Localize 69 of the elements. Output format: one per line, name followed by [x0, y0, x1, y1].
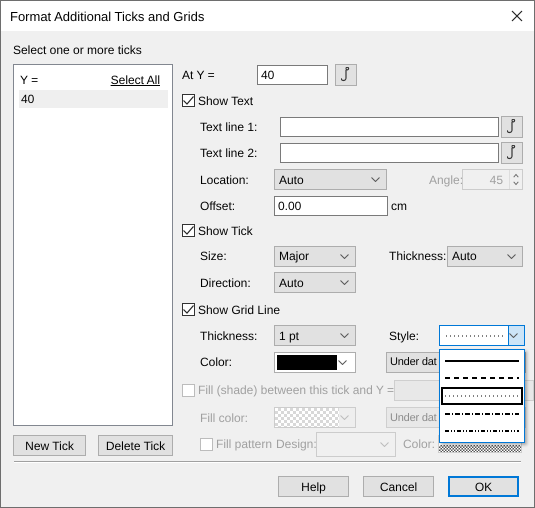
tick-list[interactable]: Y = Select All 40: [13, 64, 173, 426]
unit-label: cm: [391, 198, 407, 212]
text-line-field[interactable]: [280, 142, 499, 162]
color-label: Color:: [199, 355, 234, 369]
chevron-icon: [340, 333, 349, 338]
color-label: Color:: [403, 437, 436, 451]
thickness-label: Thickness:: [389, 249, 447, 263]
fill-color-label: Fill color:: [199, 410, 250, 424]
select-all-link[interactable]: Select All: [110, 72, 160, 86]
chevron-icon: [340, 280, 349, 285]
show-tick-label: Show Tick: [198, 224, 253, 238]
delete-tick-button[interactable]: Delete Tick: [98, 435, 173, 456]
dotted-line-icon: [446, 332, 506, 338]
solid-line-icon: [445, 358, 519, 364]
hook-icon: [507, 144, 517, 160]
checkbox[interactable]: [182, 224, 195, 237]
chevron-icon: [507, 254, 516, 258]
at-y-field[interactable]: 40: [257, 65, 328, 85]
location-dropdown[interactable]: Auto: [274, 169, 387, 190]
text-line-label: Text line 1:: [199, 120, 258, 134]
thickness-dropdown[interactable]: Auto: [447, 246, 523, 266]
show-text-label: Show Text: [198, 94, 254, 108]
formula-button[interactable]: [335, 64, 357, 86]
color-dropdown[interactable]: [274, 352, 356, 372]
dashed-line-icon: [445, 375, 519, 382]
new-tick-button[interactable]: New Tick: [13, 435, 86, 456]
chevron-icon: [340, 254, 349, 258]
window-title: Format Additional Ticks and Grids: [10, 8, 204, 24]
formula-button[interactable]: [501, 142, 523, 164]
chevron-icon: [509, 333, 518, 338]
list-label: Select one or more ticks: [13, 43, 143, 57]
line-style-dropdown[interactable]: [439, 325, 525, 346]
dotted-line-icon: [445, 392, 519, 399]
hook-icon: [341, 67, 351, 83]
chevron-icon: [338, 360, 346, 364]
size-label: Size:: [199, 249, 228, 263]
tick-list-item[interactable]: 40: [19, 90, 168, 108]
close-icon[interactable]: [511, 10, 523, 22]
dialog-button[interactable]: Help: [278, 476, 349, 497]
text-line-label: Text line 2:: [199, 146, 258, 160]
at-y-label: At Y =: [182, 68, 216, 82]
checkbox[interactable]: [182, 303, 195, 316]
style-label: Style:: [389, 328, 420, 342]
hook-icon: [507, 118, 517, 134]
line-style-option[interactable]: [441, 387, 523, 405]
angle-label: Angle:: [429, 172, 462, 186]
direction-dropdown[interactable]: Auto: [274, 272, 356, 293]
offset-field[interactable]: 0.00: [274, 196, 388, 216]
chevron-icon: [380, 442, 389, 446]
direction-label: Direction:: [199, 276, 252, 290]
chevron-icon: [371, 177, 380, 182]
fill-pattern-label: Fill pattern: [216, 437, 272, 451]
dialog-button[interactable]: Cancel: [363, 476, 434, 497]
formula-button[interactable]: [501, 116, 523, 138]
design-label: Design:: [276, 437, 316, 451]
dash-dot-dot-line-icon: [445, 428, 519, 434]
fill-label: Fill (shade) between this tick and Y =: [198, 383, 394, 397]
text-line-field[interactable]: [280, 116, 499, 136]
dash-dot-line-icon: [445, 410, 519, 417]
thickness-dropdown[interactable]: 1 pt: [274, 325, 356, 346]
checkbox[interactable]: [182, 94, 195, 107]
dialog-button[interactable]: OK: [448, 476, 519, 497]
offset-label: Offset:: [199, 198, 236, 212]
size-dropdown[interactable]: Major: [274, 246, 356, 266]
thickness-label: Thickness:: [199, 328, 258, 342]
location-label: Location:: [199, 172, 250, 186]
show-grid-line-label: Show Grid Line: [198, 302, 280, 316]
chevron-icon: [340, 415, 348, 420]
column-header: Y =: [20, 72, 38, 86]
